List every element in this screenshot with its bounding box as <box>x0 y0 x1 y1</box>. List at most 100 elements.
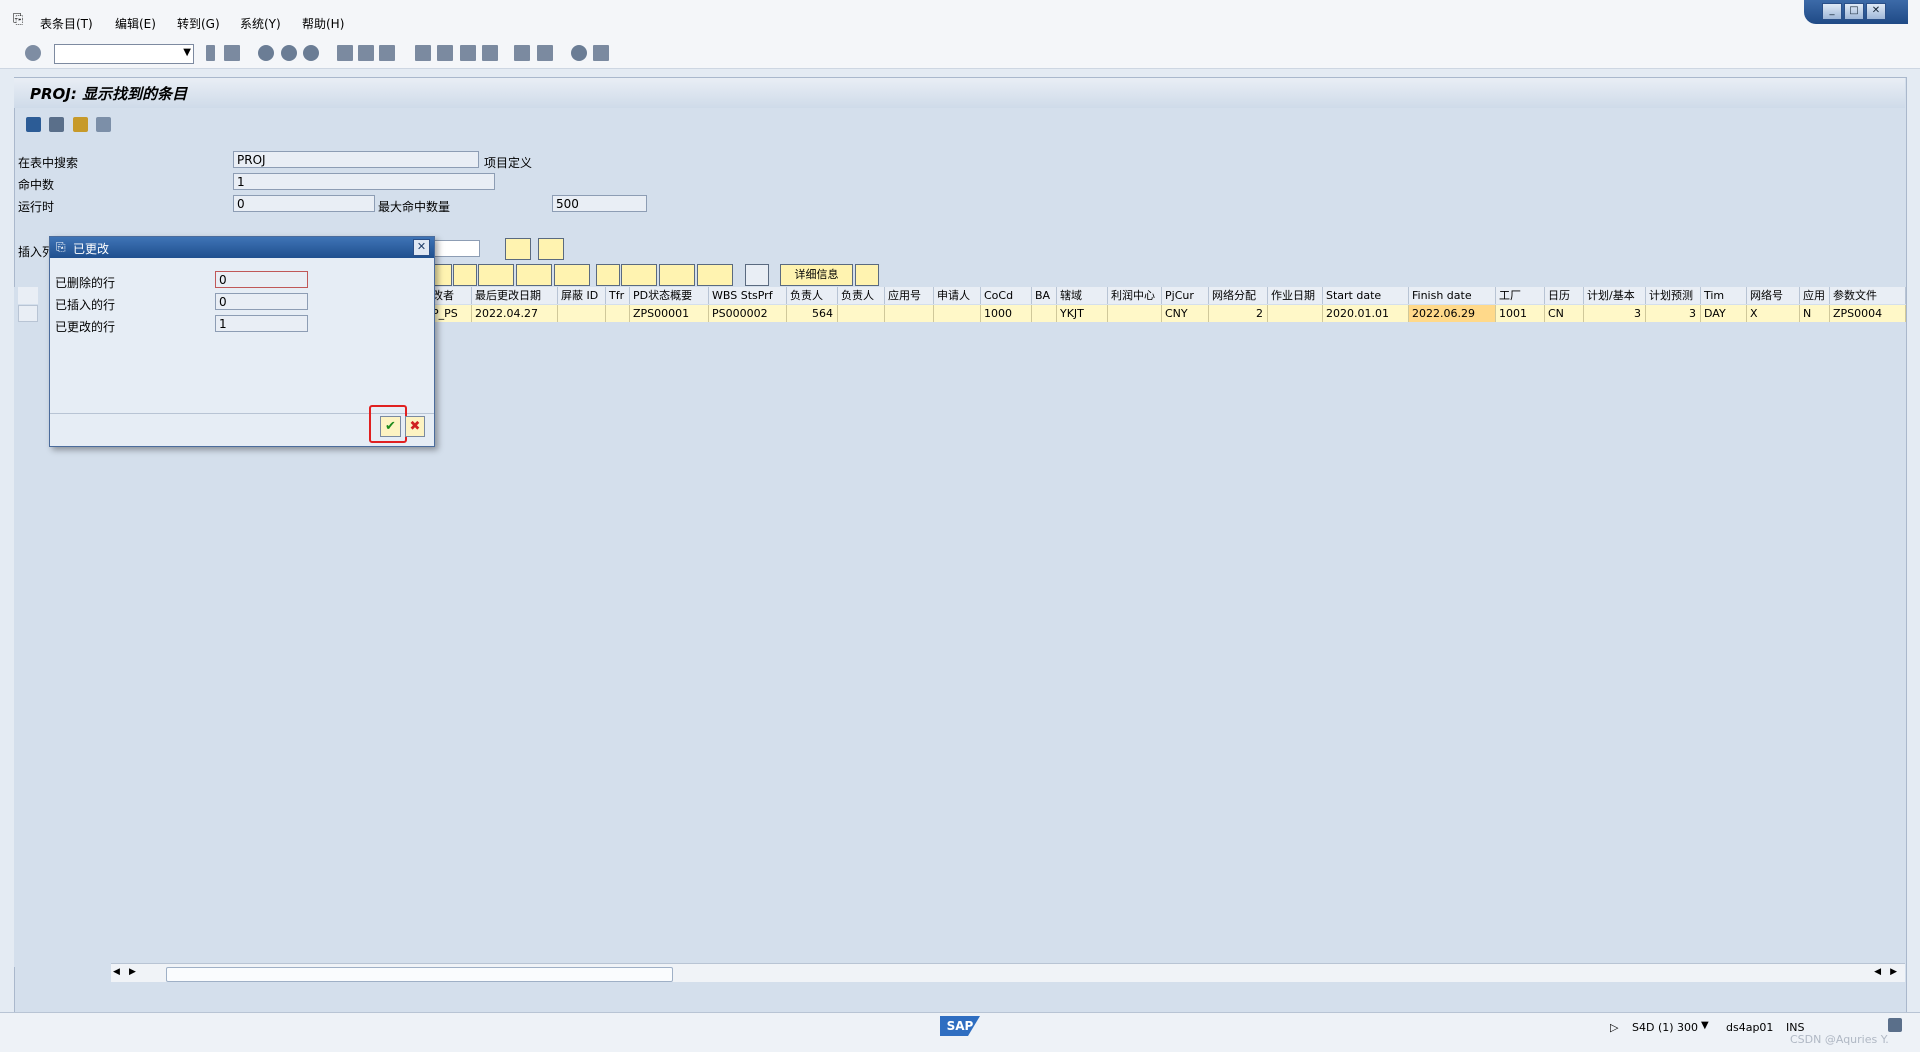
back-icon[interactable] <box>258 45 274 61</box>
table-cell[interactable]: 3 <box>1584 305 1646 322</box>
sort-icon[interactable] <box>453 264 477 286</box>
next-page-icon[interactable] <box>460 45 476 61</box>
column-header[interactable]: Tfr <box>606 287 630 304</box>
table-cell[interactable]: DAY <box>1701 305 1747 322</box>
table-cell[interactable]: 1001 <box>1496 305 1545 322</box>
copy-icon[interactable] <box>505 238 531 260</box>
menu-system[interactable]: 系统(Y) <box>240 15 281 32</box>
table-cell[interactable]: 2 <box>1209 305 1268 322</box>
settings-icon[interactable] <box>49 117 64 132</box>
table-cell[interactable]: CN <box>1545 305 1584 322</box>
column-header[interactable]: CoCd <box>981 287 1032 304</box>
column-header[interactable]: 作业日期 <box>1268 287 1323 304</box>
column-header[interactable]: 计划/基本 <box>1584 287 1646 304</box>
table-cell[interactable]: 1000 <box>981 305 1032 322</box>
print-preview-icon[interactable] <box>596 264 620 286</box>
scroll-thumb[interactable] <box>166 967 673 982</box>
cancel-icon[interactable] <box>303 45 319 61</box>
column-header[interactable]: PD状态概要 <box>630 287 709 304</box>
column-header[interactable]: 应用号 <box>885 287 934 304</box>
column-header[interactable]: 负责人 <box>838 287 885 304</box>
edit-icon[interactable] <box>855 264 879 286</box>
restore-button[interactable]: □ <box>1844 3 1864 20</box>
table-cell[interactable] <box>1032 305 1057 322</box>
deleted-rows-field[interactable]: 0 <box>215 271 308 288</box>
column-header[interactable]: 辖域 <box>1057 287 1108 304</box>
new-session-icon[interactable] <box>514 45 530 61</box>
detail-info-button[interactable]: 详细信息 <box>780 264 853 286</box>
subtotal-icon[interactable] <box>554 264 590 286</box>
column-header[interactable]: 网络号 <box>1747 287 1800 304</box>
column-header[interactable]: BA <box>1032 287 1057 304</box>
minimize-button[interactable]: _ <box>1822 3 1842 20</box>
table-cell[interactable]: 2022.04.27 <box>472 305 558 322</box>
scroll-left-icon[interactable]: ◀ <box>113 967 120 977</box>
column-header[interactable]: PjCur <box>1162 287 1209 304</box>
column-header[interactable]: 参数文件 <box>1830 287 1906 304</box>
cancel-button[interactable]: ✖ <box>405 416 425 437</box>
sum-icon[interactable] <box>516 264 552 286</box>
table-cell[interactable]: CNY <box>1162 305 1209 322</box>
list-icon[interactable] <box>96 117 111 132</box>
table-cell[interactable]: 3 <box>1646 305 1701 322</box>
confirm-button[interactable]: ✔ <box>380 416 401 437</box>
table-cell[interactable]: P_PS <box>429 305 472 322</box>
find-icon[interactable] <box>358 45 374 61</box>
table-cell[interactable] <box>838 305 885 322</box>
table-cell[interactable]: X <box>1747 305 1800 322</box>
column-header[interactable]: 改者 <box>429 287 472 304</box>
column-header[interactable]: 工厂 <box>1496 287 1545 304</box>
table-cell[interactable]: 2022.06.29 <box>1409 305 1496 322</box>
table-cell[interactable] <box>606 305 630 322</box>
column-header[interactable]: Tim <box>1701 287 1747 304</box>
menu-edit[interactable]: 编辑(E) <box>115 15 156 32</box>
chevron-down-icon[interactable]: ▼ <box>183 47 191 58</box>
column-header[interactable]: 最后更改日期 <box>472 287 558 304</box>
back-arrow-icon[interactable] <box>206 45 215 61</box>
scroll-right-end-icon[interactable]: ▶ <box>1890 967 1897 977</box>
table-cell[interactable] <box>885 305 934 322</box>
status-arrow-icon[interactable]: ▷ <box>1610 1021 1618 1034</box>
print-icon[interactable] <box>337 45 353 61</box>
menu-goto[interactable]: 转到(G) <box>177 15 220 32</box>
layout-grid-icon[interactable] <box>697 264 733 286</box>
enter-icon[interactable] <box>25 45 41 61</box>
column-header[interactable]: 申请人 <box>934 287 981 304</box>
close-window-button[interactable]: ✕ <box>1866 3 1886 20</box>
scroll-left-end-icon[interactable]: ◀ <box>1874 967 1881 977</box>
prev-page-icon[interactable] <box>437 45 453 61</box>
table-cell[interactable]: 564 <box>787 305 838 322</box>
table-cell[interactable]: YKJT <box>1057 305 1108 322</box>
table-cell[interactable]: ZPS0004 <box>1830 305 1906 322</box>
save-icon[interactable] <box>224 45 240 61</box>
dialog-close-button[interactable]: ✕ <box>413 239 430 256</box>
table-cell[interactable]: N <box>1800 305 1830 322</box>
scroll-right-icon[interactable]: ▶ <box>129 967 136 977</box>
column-header[interactable]: 利润中心 <box>1108 287 1162 304</box>
select-all-icon[interactable] <box>18 287 38 304</box>
column-header[interactable]: Finish date <box>1409 287 1496 304</box>
table-cell[interactable] <box>934 305 981 322</box>
menu-table-entry[interactable]: 表条目(T) <box>40 15 93 32</box>
menu-help[interactable]: 帮助(H) <box>302 15 344 32</box>
refresh-icon[interactable] <box>26 117 41 132</box>
table-cell[interactable] <box>1108 305 1162 322</box>
table-cell[interactable] <box>1268 305 1323 322</box>
select-icon[interactable] <box>73 117 88 132</box>
filter-icon[interactable] <box>478 264 514 286</box>
menu-icon[interactable]: ⎘ <box>13 12 23 27</box>
table-cell[interactable]: 2020.01.01 <box>1323 305 1409 322</box>
info-icon[interactable] <box>745 264 769 286</box>
column-header[interactable]: Start date <box>1323 287 1409 304</box>
column-header[interactable]: 负责人 <box>787 287 838 304</box>
last-page-icon[interactable] <box>482 45 498 61</box>
row-selector[interactable] <box>18 305 38 322</box>
system-dropdown-icon[interactable]: ▼ <box>1701 1020 1709 1031</box>
table-cell[interactable]: PS000002 <box>709 305 787 322</box>
first-page-icon[interactable] <box>415 45 431 61</box>
column-header[interactable]: WBS StsPrf <box>709 287 787 304</box>
column-header[interactable]: 计划预测 <box>1646 287 1701 304</box>
horizontal-scrollbar[interactable]: ◀ ▶ ◀ ▶ <box>111 963 1905 982</box>
column-header[interactable]: 屏蔽 ID <box>558 287 606 304</box>
exit-icon[interactable] <box>281 45 297 61</box>
